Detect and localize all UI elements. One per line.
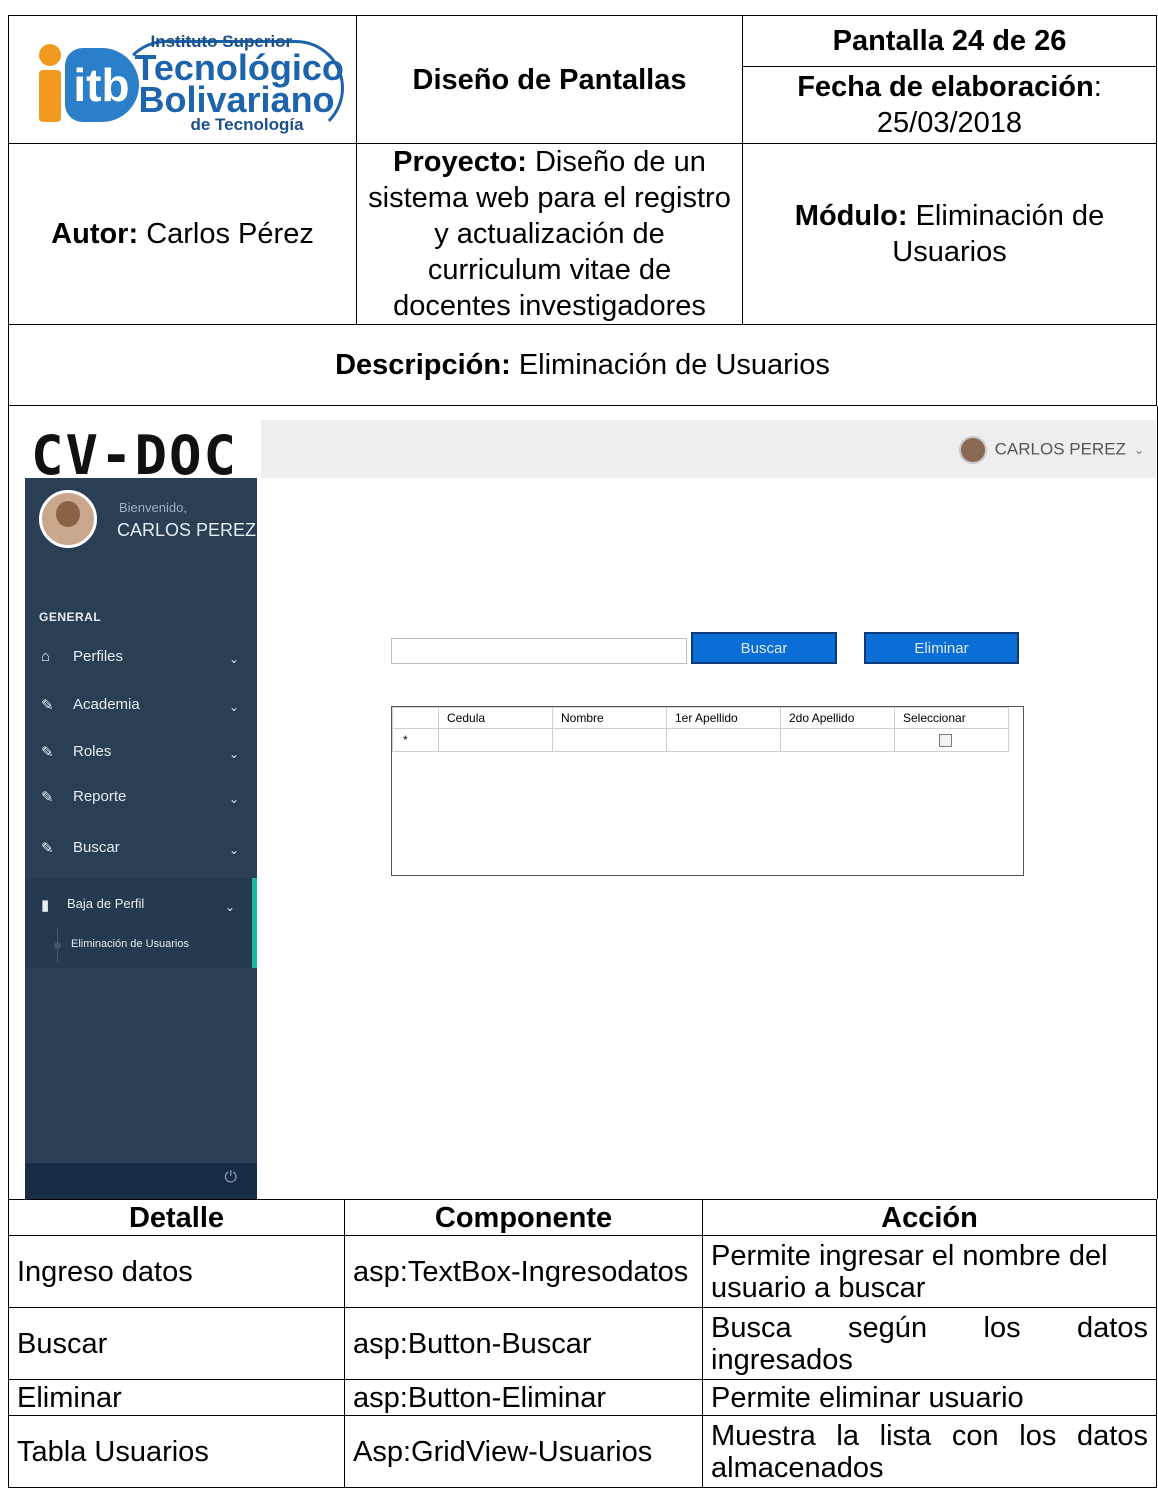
project-cell: Proyecto: Diseño de un sistema web para … [356, 143, 743, 325]
sidebar-item-academia[interactable]: ✎ Academia ⌄ [25, 686, 257, 726]
users-grid: Cedula Nombre 1er Apellido 2do Apellido … [391, 706, 1024, 876]
chevron-down-icon: ⌄ [228, 652, 239, 666]
cell-cedula[interactable] [438, 728, 553, 752]
chevron-down-icon: ⌄ [224, 900, 235, 914]
screen-mockup: CV-DOC CARLOS PEREZ ⌄ Bienvenido, CARLOS … [8, 406, 1158, 1199]
table-row: Eliminar asp:Button-Eliminar Permite eli… [8, 1379, 1157, 1416]
chevron-down-icon: ⌄ [228, 792, 239, 806]
table-row: Tabla Usuarios Asp:GridView-Usuarios Mue… [8, 1415, 1157, 1488]
column-header[interactable]: Nombre [552, 707, 667, 729]
chevron-down-icon: ⌄ [228, 700, 239, 714]
submenu-item-eliminacion-de-usuarios[interactable]: Eliminación de Usuarios [71, 938, 189, 950]
avatar [958, 436, 987, 464]
sidebar-item-baja-de-perfil[interactable]: ▮ Baja de Perfil ⌄ [25, 886, 257, 926]
chevron-down-icon: ⌄ [1133, 443, 1144, 458]
table-row: Ingreso datos asp:TextBox-Ingresodatos P… [8, 1235, 1157, 1308]
screen-number: Pantalla 24 de 26 [742, 15, 1157, 67]
power-icon[interactable]: ⏻ [224, 1169, 237, 1187]
date-cell: Fecha de elaboración: 25/03/2018 [742, 66, 1157, 144]
column-header: Componente [344, 1199, 703, 1236]
sidebar: Bienvenido, CARLOS PEREZ GENERAL ⌂ Perfi… [25, 478, 257, 1199]
column-header[interactable]: Cedula [438, 707, 553, 729]
welcome-text: Bienvenido, [119, 500, 187, 515]
top-bar: CARLOS PEREZ ⌄ [261, 420, 1156, 478]
grid-corner [392, 707, 439, 729]
sidebar-footer: ⏻ [25, 1163, 257, 1199]
document-title: Diseño de Pantallas [356, 15, 743, 144]
header-table: itb Instituto Superior Tecnológico Boliv… [8, 15, 1157, 406]
date-value: 25/03/2018 [876, 107, 1023, 139]
cell-seleccionar [894, 728, 1009, 752]
edit-icon: ✎ [41, 697, 54, 714]
column-header: Acción [702, 1199, 1157, 1236]
search-input[interactable] [391, 638, 687, 664]
table-row: * [392, 728, 1009, 752]
edit-icon: ✎ [41, 789, 54, 806]
eliminar-button[interactable]: Eliminar [864, 632, 1019, 664]
sidebar-item-perfiles[interactable]: ⌂ Perfiles ⌄ [25, 638, 257, 678]
edit-icon: ✎ [41, 840, 54, 857]
sidebar-item-reporte[interactable]: ✎ Reporte ⌄ [25, 778, 257, 818]
new-row-marker: * [392, 728, 439, 752]
profile-name: CARLOS PEREZ [117, 520, 257, 540]
chevron-down-icon: ⌄ [228, 843, 239, 857]
column-header: Detalle [8, 1199, 345, 1236]
column-header[interactable]: 2do Apellido [780, 707, 895, 729]
table-row: Buscar asp:Button-Buscar Busca según los… [8, 1307, 1157, 1380]
menu-section-title: GENERAL [39, 610, 102, 624]
edit-icon: ✎ [41, 744, 54, 761]
user-menu[interactable]: CARLOS PEREZ ⌄ [958, 436, 1144, 464]
app-brand: CV-DOC [31, 424, 239, 487]
itb-logo: itb Instituto Superior Tecnológico Boliv… [23, 20, 344, 140]
select-checkbox[interactable] [939, 734, 952, 748]
description-cell: Descripción: Eliminación de Usuarios [8, 324, 1157, 406]
home-icon: ⌂ [41, 648, 51, 665]
details-table: Detalle Componente Acción Ingreso datos … [8, 1199, 1157, 1488]
chevron-down-icon: ⌄ [228, 747, 239, 761]
cell-nombre[interactable] [552, 728, 667, 752]
module-cell: Módulo: Eliminación de Usuarios [742, 143, 1157, 325]
profile-avatar [39, 490, 97, 548]
buscar-button[interactable]: Buscar [691, 632, 837, 664]
cell-2do-apellido[interactable] [780, 728, 895, 752]
sidebar-item-buscar[interactable]: ✎ Buscar ⌄ [25, 829, 257, 869]
sidebar-item-roles[interactable]: ✎ Roles ⌄ [25, 733, 257, 773]
column-header[interactable]: Seleccionar [894, 707, 1009, 729]
logo-cell: itb Instituto Superior Tecnológico Boliv… [8, 15, 357, 144]
author-cell: Autor: Carlos Pérez [8, 143, 357, 325]
bar-chart-icon: ▮ [41, 897, 50, 914]
cell-1er-apellido[interactable] [666, 728, 781, 752]
column-header[interactable]: 1er Apellido [666, 707, 781, 729]
